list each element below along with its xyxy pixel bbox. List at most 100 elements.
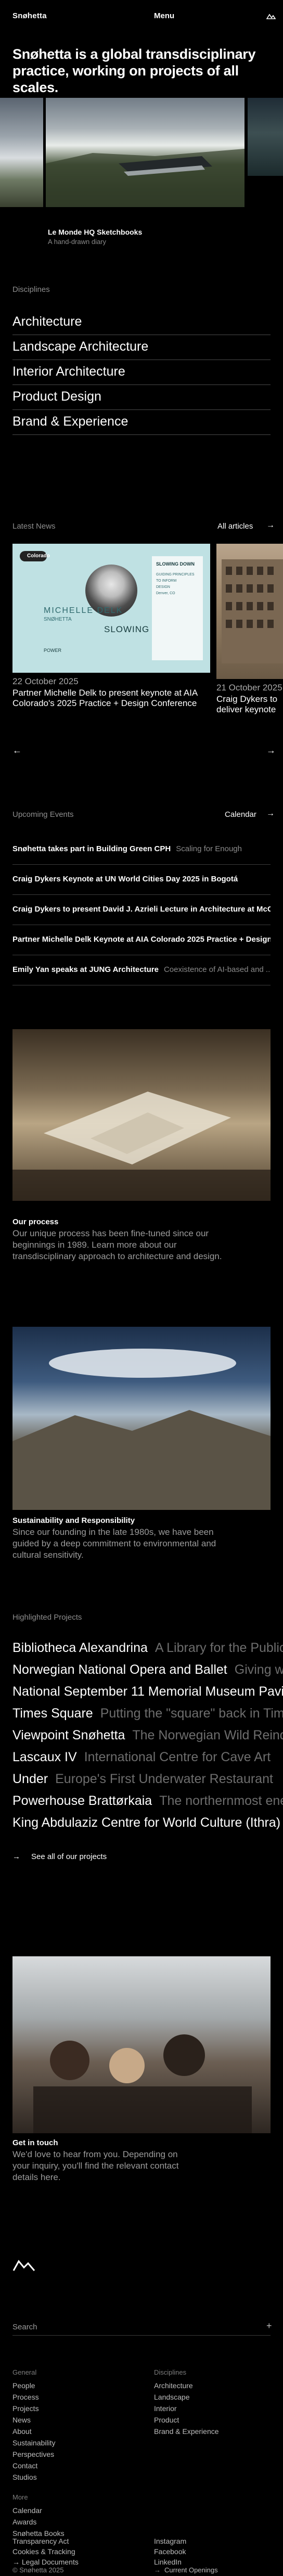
hero-caption-title[interactable]: Le Monde HQ Sketchbooks xyxy=(48,228,142,236)
footer-more-list: Calendar Awards Snøhetta Books xyxy=(12,2505,65,2539)
sustainability-text: Since our founding in the late 1980s, we… xyxy=(12,1527,216,1560)
news-card-image[interactable] xyxy=(216,544,283,679)
footer-link[interactable]: → Legal Documents xyxy=(12,2557,79,2567)
footer-link[interactable]: Process xyxy=(12,2391,56,2403)
footer-link[interactable]: LinkedIn xyxy=(154,2557,186,2567)
footer-link[interactable]: Projects xyxy=(12,2403,56,2414)
contrast-toggle-icon[interactable] xyxy=(266,12,276,20)
footer-link[interactable]: News xyxy=(12,2414,56,2426)
project-row[interactable]: King Abdulaziz Centre for World Culture … xyxy=(12,1812,283,1834)
arrow-right-icon[interactable]: → xyxy=(12,1852,20,1861)
poster-sidebar: SLOWING DOWN GUIDING PRINCIPLES TO INFOR… xyxy=(152,556,203,660)
contact-title[interactable]: Get in touch xyxy=(12,2138,58,2147)
footer-general-label: General xyxy=(12,2368,37,2376)
news-date: 21 October 2025 xyxy=(216,683,282,693)
footer-link[interactable]: Studios xyxy=(12,2471,56,2483)
project-row[interactable]: Norwegian National Opera and Ballet Givin… xyxy=(12,1659,283,1681)
process-text: Our unique process has been fine-tuned s… xyxy=(12,1228,222,1261)
footer-link[interactable]: People xyxy=(12,2380,56,2391)
disciplines-label: Disciplines xyxy=(12,285,50,294)
footer-disciplines-list: Architecture Landscape Interior Product … xyxy=(154,2380,219,2437)
discipline-interior[interactable]: Interior Architecture xyxy=(12,360,271,385)
event-row[interactable]: Emily Yan speaks at JUNG Architecture Coe… xyxy=(12,955,271,985)
arrow-right-icon[interactable]: → xyxy=(266,521,275,530)
poster-side-title: SLOWING DOWN xyxy=(156,561,195,567)
footer-disciplines-label: Disciplines xyxy=(154,2368,187,2376)
see-all-projects-link[interactable]: See all of our projects xyxy=(31,1852,107,1861)
footer-link[interactable]: Contact xyxy=(12,2460,56,2471)
event-row[interactable]: Craig Dykers to present David J. Azrieli… xyxy=(12,895,271,925)
footer-link[interactable]: Calendar xyxy=(12,2505,65,2516)
event-row[interactable]: Partner Michelle Delk Keynote at AIA Col… xyxy=(12,925,271,955)
copyright: © Snøhetta 2025 xyxy=(12,2566,64,2574)
project-row[interactable]: National September 11 Memorial Museum Pa… xyxy=(12,1681,283,1702)
sustainability-image[interactable] xyxy=(12,1327,271,1510)
event-row[interactable]: Craig Dykers Keynote at UN World Cities … xyxy=(12,865,271,895)
hero-carousel[interactable] xyxy=(0,98,283,207)
footer-link[interactable]: Awards xyxy=(12,2516,65,2528)
arrow-right-icon[interactable]: → xyxy=(266,745,276,756)
poster-power: POWER xyxy=(44,648,62,653)
footer-link[interactable]: Architecture xyxy=(154,2380,219,2391)
hero-caption-subtitle: A hand-drawn diary xyxy=(48,238,107,246)
search-label[interactable]: Search xyxy=(12,2323,37,2331)
footer-social-list: Instagram Facebook LinkedIn xyxy=(154,2536,186,2567)
footer-link[interactable]: Interior xyxy=(154,2403,219,2414)
event-row[interactable]: Snøhetta takes part in Building Green CP… xyxy=(12,835,271,865)
intro-heading: Snøhetta is a global transdisciplinary p… xyxy=(12,46,256,95)
poster-firm: SNØHETTA xyxy=(44,617,72,622)
process-image[interactable] xyxy=(12,1029,271,1201)
project-row[interactable]: Viewpoint Snøhetta The Norwegian Wild Rei… xyxy=(12,1724,283,1746)
project-row[interactable]: Under Europe's First Underwater Restauran… xyxy=(12,1768,283,1790)
calendar-link[interactable]: Calendar xyxy=(225,810,256,819)
poster-name: MICHELLE DELK xyxy=(44,606,123,615)
poster-brand: Colorado xyxy=(27,553,50,559)
hero-image-next[interactable] xyxy=(248,98,283,176)
project-row[interactable]: Lascaux IV International Centre for Cave … xyxy=(12,1746,283,1768)
discipline-architecture[interactable]: Architecture xyxy=(12,310,271,335)
arrow-left-icon[interactable]: ← xyxy=(12,745,22,756)
news-title[interactable]: Craig Dykers to deliver keynote in Bogot… xyxy=(216,694,283,716)
discipline-brand[interactable]: Brand & Experience xyxy=(12,410,271,435)
footer-link[interactable]: Brand & Experience xyxy=(154,2426,219,2437)
all-articles-link[interactable]: All articles xyxy=(217,522,253,531)
news-label: Latest News xyxy=(12,522,56,531)
current-openings-link[interactable]: Current Openings xyxy=(164,2566,218,2574)
footer-more-label: More xyxy=(12,2493,28,2501)
hero-image-main[interactable] xyxy=(46,98,245,207)
site-logo[interactable]: Snøhetta xyxy=(12,11,47,20)
footer-link[interactable]: Cookies & Tracking xyxy=(12,2546,79,2557)
footer-link[interactable]: Product xyxy=(154,2414,219,2426)
search-divider xyxy=(12,2335,271,2336)
footer-legal-list: Transparency Act Cookies & Tracking → Le… xyxy=(12,2536,79,2567)
sustainability-title[interactable]: Sustainability and Responsibility xyxy=(12,1516,135,1525)
arrow-right-icon[interactable]: → xyxy=(154,2566,161,2574)
news-title[interactable]: Partner Michelle Delk to present keynote… xyxy=(12,688,205,709)
events-label: Upcoming Events xyxy=(12,810,74,819)
project-row[interactable]: Powerhouse Brattørkaia The northernmost e… xyxy=(12,1790,283,1812)
discipline-product[interactable]: Product Design xyxy=(12,385,271,410)
footer-link[interactable]: Transparency Act xyxy=(12,2536,79,2546)
snohetta-logo-icon[interactable] xyxy=(12,2259,35,2272)
hero-image-prev[interactable] xyxy=(0,98,43,207)
project-row[interactable]: Times Square Putting the "square" back in… xyxy=(12,1702,283,1724)
plus-icon[interactable]: + xyxy=(266,2321,272,2331)
poster-side-lines: GUIDING PRINCIPLES TO INFORM DESIGN Denv… xyxy=(156,573,195,595)
contact-text: We'd love to hear from you. Depending on… xyxy=(12,2149,179,2182)
footer-link[interactable]: Instagram xyxy=(154,2536,186,2546)
process-title[interactable]: Our process xyxy=(12,1217,58,1226)
projects-label: Highlighted Projects xyxy=(12,1613,82,1622)
footer-link[interactable]: Sustainability xyxy=(12,2437,56,2449)
menu-button[interactable]: Menu xyxy=(154,11,174,20)
discipline-landscape[interactable]: Landscape Architecture xyxy=(12,335,271,360)
footer-link[interactable]: Landscape xyxy=(154,2391,219,2403)
news-card-image[interactable]: Colorado MICHELLE DELK SNØHETTA SLOWING … xyxy=(12,544,210,673)
arrow-right-icon[interactable]: → xyxy=(266,809,275,818)
project-row[interactable]: Bibliotheca Alexandrina A Library for the… xyxy=(12,1637,283,1659)
contact-image[interactable] xyxy=(12,1956,271,2133)
footer-link[interactable]: Facebook xyxy=(154,2546,186,2557)
footer-link[interactable]: About xyxy=(12,2426,56,2437)
news-date: 22 October 2025 xyxy=(12,676,79,686)
footer-general-list: People Process Projects News About Susta… xyxy=(12,2380,56,2483)
footer-link[interactable]: Perspectives xyxy=(12,2449,56,2460)
